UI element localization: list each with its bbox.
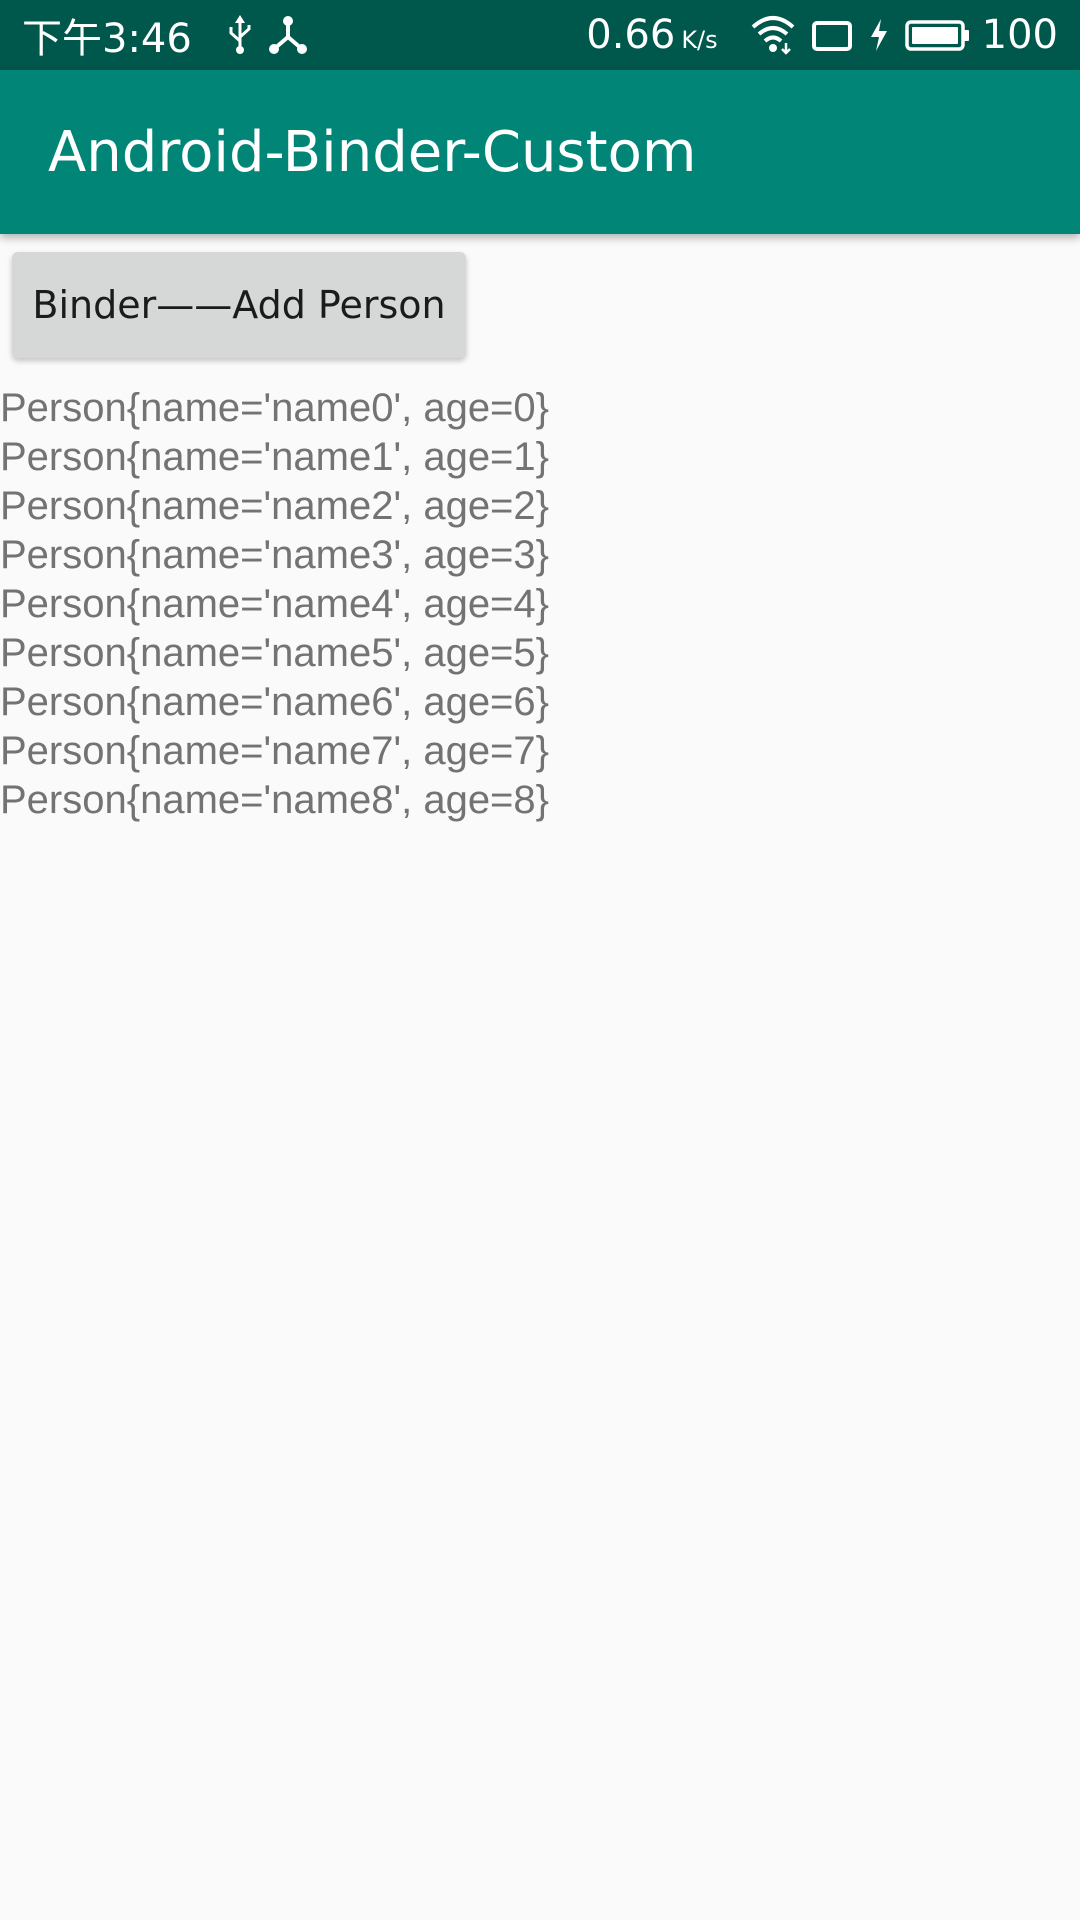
status-bar-left: 下午3:46	[22, 6, 308, 64]
person-list: Person{name='name0', age=0} Person{name='…	[0, 384, 549, 825]
person-list-item: Person{name='name6', age=6}	[0, 680, 550, 724]
person-list-item: Person{name='name1', age=1}	[0, 435, 550, 479]
status-bar-right: 0.66 K/s 100	[586, 12, 1058, 58]
wifi-icon	[750, 15, 796, 55]
app-bar: Android-Binder-Custom	[0, 70, 1080, 234]
usb-icon	[226, 15, 254, 55]
person-list-item: Person{name='name2', age=2}	[0, 484, 550, 528]
network-speed: 0.66 K/s	[586, 12, 717, 58]
person-list-item: Person{name='name5', age=5}	[0, 631, 550, 675]
person-list-item: Person{name='name0', age=0}	[0, 386, 550, 430]
person-list-item: Person{name='name7', age=7}	[0, 729, 550, 773]
person-list-item: Person{name='name8', age=8}	[0, 778, 550, 822]
battery-icon	[904, 15, 970, 55]
screen-rotation-icon	[810, 15, 854, 55]
app-title: Android-Binder-Custom	[48, 119, 697, 185]
person-list-item: Person{name='name4', age=4}	[0, 582, 550, 626]
network-speed-value: 0.66	[586, 12, 676, 58]
status-bar: 下午3:46 0.66 K/s 100	[0, 0, 1080, 70]
network-speed-unit: K/s	[681, 26, 718, 54]
person-list-item: Person{name='name3', age=3}	[0, 533, 550, 577]
add-person-button[interactable]: Binder——Add Person	[12, 252, 466, 358]
usb-debug-icon	[268, 15, 308, 55]
charging-bolt-icon	[868, 15, 890, 55]
status-time: 下午3:46	[22, 16, 192, 62]
battery-level: 100	[981, 12, 1058, 58]
